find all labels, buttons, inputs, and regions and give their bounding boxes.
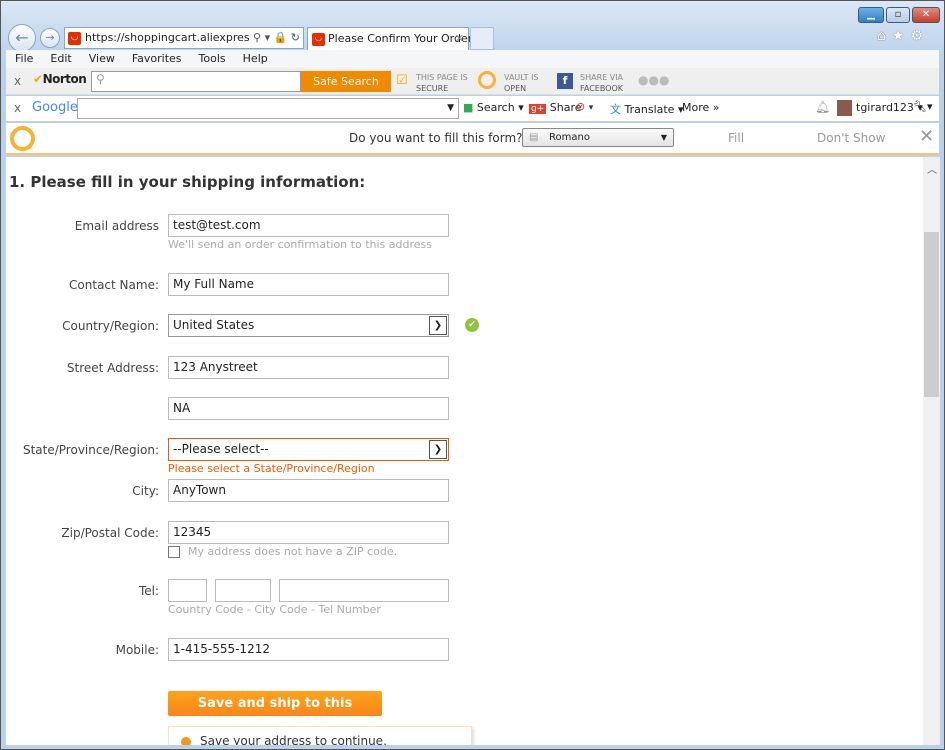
close-toolbar-icon[interactable]: x [14, 74, 21, 88]
scroll-up-icon[interactable]: ︿ [927, 161, 937, 176]
email-field[interactable]: test@test.com [168, 214, 449, 237]
safe-search-button[interactable]: Safe Search [301, 71, 391, 92]
close-bar-icon[interactable]: ✕ [919, 126, 934, 147]
notification-bell-icon[interactable]: 🔔︎ [815, 100, 830, 114]
vault-status[interactable]: VAULT IS OPEN [504, 72, 539, 94]
street-label: Street Address: [66, 361, 159, 375]
tel-city-code-field[interactable] [215, 579, 271, 602]
menu-bar: File Edit View Favorites Tools Help [6, 50, 939, 68]
state-select[interactable]: --Please select-- ❯ [168, 438, 449, 461]
mobile-label: Mobile: [115, 643, 159, 657]
save-address-button[interactable]: Save and ship to this address [168, 691, 382, 736]
identity-select[interactable]: Romano ▼ ▤ [522, 128, 674, 147]
secure-check-icon: ☑ [396, 73, 408, 88]
tab-close-icon[interactable]: ✕ [455, 28, 464, 50]
vault-icon [478, 71, 496, 89]
contact-label: Contact Name: [69, 278, 159, 292]
email-label: Email address [74, 219, 159, 233]
google-search-button[interactable]: ■ Search ▾ [463, 101, 524, 114]
menu-file[interactable]: File [15, 52, 33, 65]
tel-number-field[interactable] [279, 579, 449, 602]
address-bar[interactable]: ◡ https://shoppingcart.aliexpress.com/ ⚲… [64, 27, 304, 49]
norton-check-icon: ✔ [33, 72, 43, 86]
fill-question: Do you want to fill this form? [349, 131, 523, 145]
tab-favicon-icon: ◡ [312, 33, 325, 46]
form-fill-bar: Do you want to fill this form? Romano ▼ ▤ … [6, 123, 939, 155]
vertical-scrollbar[interactable]: ︿ [923, 157, 940, 745]
search-icon: ■ [463, 101, 474, 114]
new-tab-button[interactable] [470, 27, 494, 50]
menu-tools[interactable]: Tools [199, 52, 226, 65]
scrollbar-thumb[interactable] [924, 232, 939, 397]
email-hint: We'll send an order confirmation to this… [168, 238, 432, 251]
google-plus-icon: g+ [529, 104, 547, 114]
back-button[interactable]: ← [8, 24, 36, 52]
lastpass-vault-icon [10, 126, 35, 151]
valid-check-icon: ✔ [465, 318, 479, 332]
warning-dot-icon [181, 737, 191, 745]
facebook-icon: f [557, 73, 573, 89]
menu-help[interactable]: Help [243, 52, 268, 65]
tel-label: Tel: [138, 584, 159, 598]
state-label: State/Province/Region: [22, 443, 159, 457]
country-label: Country/Region: [62, 319, 159, 333]
page-content: 1. Please fill in your shipping informat… [6, 157, 923, 745]
contact-name-field[interactable]: My Full Name [168, 273, 449, 296]
tel-country-code-field[interactable] [168, 579, 207, 602]
chevron-down-icon: ❯ [429, 316, 447, 335]
tooltip-text: Save your address to continue. [200, 734, 387, 745]
share-button[interactable]: g+ Share [529, 101, 582, 114]
forward-button[interactable]: → [40, 28, 60, 48]
share-facebook[interactable]: SHARE VIA FACEBOOK [580, 72, 623, 94]
translate-button[interactable]: 文 Translate ▾ [610, 101, 683, 117]
avatar[interactable] [837, 100, 852, 116]
no-zip-label: My address does not have a ZIP code. [188, 545, 398, 558]
tel-hint: Country Code - City Code - Tel Number [168, 603, 381, 616]
city-field[interactable]: AnyTown [168, 479, 449, 502]
close-toolbar-icon[interactable]: x [14, 101, 21, 115]
maximize-button[interactable]: ▫ [886, 7, 910, 23]
state-error: Please select a State/Province/Region [168, 462, 375, 475]
address-actions-icon[interactable]: ⚲ ▾ 🔒 ↻ [250, 28, 300, 48]
close-window-button[interactable]: ✕ [912, 7, 940, 23]
translate-icon: 文 [610, 103, 621, 116]
minimize-button[interactable]: ▁ [858, 7, 884, 23]
home-favorites-settings-icons[interactable]: ⌂★⚙ [877, 28, 929, 44]
tooltip: Save your address to continue. [168, 726, 472, 745]
google-logo: Google [32, 100, 78, 115]
wrench-icon[interactable]: 🔧︎▾ [913, 100, 933, 113]
zip-field[interactable]: 12345 [168, 521, 449, 544]
aliexpress-favicon-icon: ◡ [68, 32, 81, 45]
card-icon: ▤ [529, 132, 539, 143]
norton-search-input[interactable]: ⚲ [91, 71, 301, 92]
no-zip-checkbox[interactable] [168, 546, 180, 558]
zip-label: Zip/Postal Code: [61, 526, 159, 540]
mobile-field[interactable]: 1-415-555-1212 [168, 638, 449, 661]
dropdown-arrow-icon: ▼ [447, 103, 454, 113]
chevron-down-icon: ❯ [429, 440, 447, 459]
tab-active[interactable]: ◡ Please Confirm Your Order ... ✕ [307, 27, 486, 50]
fill-button[interactable]: Fill [728, 131, 744, 145]
section-heading: 1. Please fill in your shipping informat… [9, 173, 366, 191]
norton-toolbar: x ✔Norton ⚲ Safe Search ☑ THIS PAGE IS SE… [6, 68, 939, 95]
more-button[interactable]: More » [682, 101, 720, 114]
street-address-field[interactable]: 123 Anystreet [168, 356, 449, 379]
more-dots-icon[interactable]: ●●● [638, 73, 669, 87]
menu-view[interactable]: View [89, 52, 115, 65]
search-icon: ⚲ [96, 72, 105, 86]
country-select[interactable]: United States ❯ [168, 314, 449, 337]
city-label: City: [132, 484, 159, 498]
norton-logo: ✔Norton [33, 72, 87, 86]
dont-show-button[interactable]: Don't Show [817, 131, 885, 145]
page-secure-status[interactable]: THIS PAGE IS SECURE [416, 72, 468, 94]
street-address-2-field[interactable]: NA [168, 397, 449, 420]
google-toolbar: x Google ▼ ■ Search ▾ g+ Share ⊘ ▾ 文 Tra… [6, 96, 939, 122]
menu-favorites[interactable]: Favorites [132, 52, 182, 65]
google-search-input[interactable]: ▼ [77, 98, 459, 119]
popup-blocker-icon[interactable]: ⊘ ▾ [576, 100, 593, 113]
menu-edit[interactable]: Edit [50, 52, 71, 65]
